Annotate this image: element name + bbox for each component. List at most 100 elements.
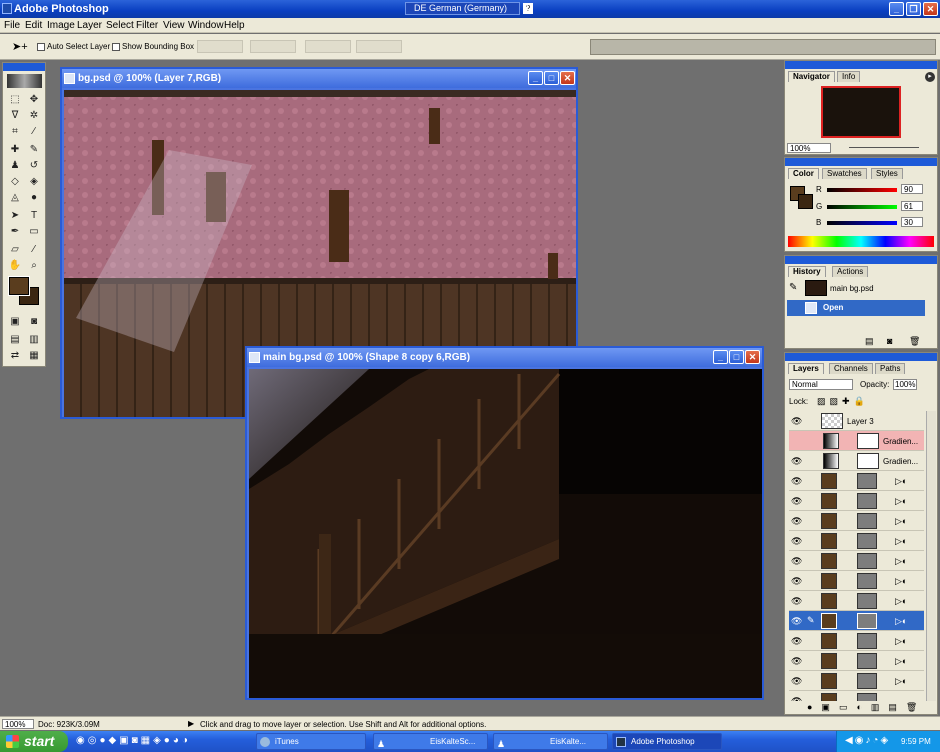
eye-icon[interactable]: 👁 [791,676,802,687]
document-window-main[interactable]: main bg.psd @ 100% (Shape 8 copy 6,RGB) … [245,346,764,700]
notes-tool-icon[interactable]: ▱ [6,243,24,257]
minimize-button[interactable]: _ [889,2,904,16]
layer-row[interactable]: 👁 [789,691,924,701]
menu-window[interactable]: Window [188,20,224,31]
layer-row[interactable]: 👁 ▷◐ [789,591,924,611]
doc-minimize-button[interactable]: _ [528,71,543,85]
opacity-field[interactable]: 100% [893,379,917,390]
trash-icon[interactable]: 🗑 [909,336,920,347]
layer-row[interactable]: 👁 ▷◐ [789,471,924,491]
fullscreen-mode-icon[interactable]: ▥ [25,333,43,347]
doc-main-minimize-button[interactable]: _ [713,350,728,364]
layer-row[interactable]: Gradien... [789,431,924,451]
dodge-tool-icon[interactable]: ● [25,191,43,205]
menu-image[interactable]: Image [47,20,75,31]
lock-icons[interactable]: ▨▧✚🔒 [817,396,869,407]
eye-icon[interactable]: 👁 [791,516,802,527]
new-snapshot-icon[interactable]: ◙ [887,336,892,346]
standard-mode-icon[interactable]: ▣ [6,315,24,329]
eye-icon[interactable]: 👁 [791,696,802,701]
tab-paths[interactable]: Paths [875,363,906,374]
layer-style-icon[interactable]: ▷◐ [895,656,907,667]
layer-style-icon[interactable]: ▷◐ [895,536,907,547]
task-photoshop[interactable]: Adobe Photoshop [612,733,722,750]
start-button[interactable]: start [0,731,68,752]
eye-icon[interactable]: 👁 [791,656,802,667]
new-document-icon[interactable]: ▤ [865,336,874,347]
history-brush-icon[interactable]: ↺ [25,159,43,173]
eye-icon[interactable]: 👁 [791,536,802,547]
document-size[interactable]: Doc: 923K/3.09M [38,720,100,729]
tab-styles[interactable]: Styles [871,168,903,179]
menu-file[interactable]: File [4,20,20,31]
path-select-icon[interactable]: ➤ [6,209,24,223]
layer-row-selected[interactable]: 👁 ✎ ▷◐ [789,611,924,631]
paint-bucket-icon[interactable]: ◈ [25,175,43,189]
tray-icons[interactable]: ◀◉♪◔◈ [845,735,890,746]
layer-style-icon[interactable]: ▷◐ [895,616,907,627]
magic-wand-icon[interactable]: ✲ [25,109,43,123]
task-itunes[interactable]: iTunes [256,733,366,750]
navigator-zoom-field[interactable]: 100% [787,143,831,153]
pen-tool-icon[interactable]: ✒ [6,225,24,239]
tab-channels[interactable]: Channels [829,363,873,374]
green-slider[interactable] [827,205,897,209]
shape-tool-icon[interactable]: ▭ [25,225,43,239]
layer-row[interactable]: 👁 ▷◐ [789,631,924,651]
eye-icon[interactable]: 👁 [791,576,802,587]
layer-style-icon[interactable]: ▷◐ [895,596,907,607]
canvas-main[interactable] [249,369,762,698]
layers-bottom-buttons[interactable]: ●▣▭◐▥▤🗑 [787,702,935,714]
blue-slider[interactable] [827,221,897,225]
blur-tool-icon[interactable]: ◬ [6,191,24,205]
eye-icon[interactable]: 👁 [791,596,802,607]
eye-icon[interactable]: 👁 [791,556,802,567]
slice-tool-icon[interactable]: ∕ [25,125,43,139]
eye-icon[interactable]: 👁 [791,616,802,627]
tab-layers[interactable]: Layers [788,363,824,374]
color-bg-swatch[interactable] [798,194,813,209]
status-arrow-icon[interactable]: ▶ [188,719,194,728]
clock[interactable]: 9:59 PM [901,737,931,746]
layers-list[interactable]: 👁 Layer 3 Gradien... 👁 Gradien... 👁 ▷◐ 👁 ▷… [787,411,925,701]
menu-select[interactable]: Select [106,20,134,31]
menu-filter[interactable]: Filter [136,20,158,31]
eye-icon[interactable]: 👁 [791,416,802,427]
eyedropper-icon[interactable]: ⁄ [25,243,43,257]
task-chat-1[interactable]: ♟ EisKalteSc... [373,733,488,750]
blue-value-field[interactable]: 30 [901,217,923,227]
doc-main-close-button[interactable]: ✕ [745,350,760,364]
stamp-tool-icon[interactable]: ♟ [6,159,24,173]
tab-color[interactable]: Color [788,168,819,179]
layer-style-icon[interactable]: ▷◐ [895,676,907,687]
close-button[interactable]: ✕ [923,2,938,16]
red-value-field[interactable]: 90 [901,184,923,194]
layer-style-icon[interactable]: ▷◐ [895,636,907,647]
menu-view[interactable]: View [163,20,185,31]
green-value-field[interactable]: 61 [901,201,923,211]
layer-row[interactable]: 👁 ▷◐ [789,491,924,511]
align-vertical-buttons-group[interactable] [250,40,296,53]
scroll-arrows-icon[interactable]: ⇕ [523,3,531,14]
screen-mode-icon[interactable]: ▤ [6,333,24,347]
layer-row[interactable]: 👁 ▷◐ [789,551,924,571]
tab-history[interactable]: History [788,266,826,277]
tab-actions[interactable]: Actions [832,266,869,277]
navigator-zoom-slider[interactable] [849,147,919,148]
doc-close-button[interactable]: ✕ [560,71,575,85]
align-buttons-group[interactable] [197,40,243,53]
foreground-color-swatch[interactable] [8,276,30,296]
doc-maximize-button[interactable]: □ [544,71,559,85]
layer-row[interactable]: 👁 Layer 3 [789,411,924,431]
eraser-tool-icon[interactable]: ◇ [6,175,24,189]
layer-style-icon[interactable]: ▷◐ [895,476,907,487]
task-chat-2[interactable]: ♟ EisKalte... [493,733,608,750]
bounding-box-checkbox[interactable] [112,43,120,51]
layer-row[interactable]: 👁 Gradien... [789,451,924,471]
menu-help[interactable]: Help [224,20,245,31]
layer-row[interactable]: 👁 ▷◐ [789,671,924,691]
brush-tool-icon[interactable]: ✎ [25,143,43,157]
lasso-tool-icon[interactable]: ᐁ [6,109,24,123]
jump-to-imageready-icon[interactable]: ⇄ [6,349,24,363]
layer-style-icon[interactable]: ▷◐ [895,496,907,507]
